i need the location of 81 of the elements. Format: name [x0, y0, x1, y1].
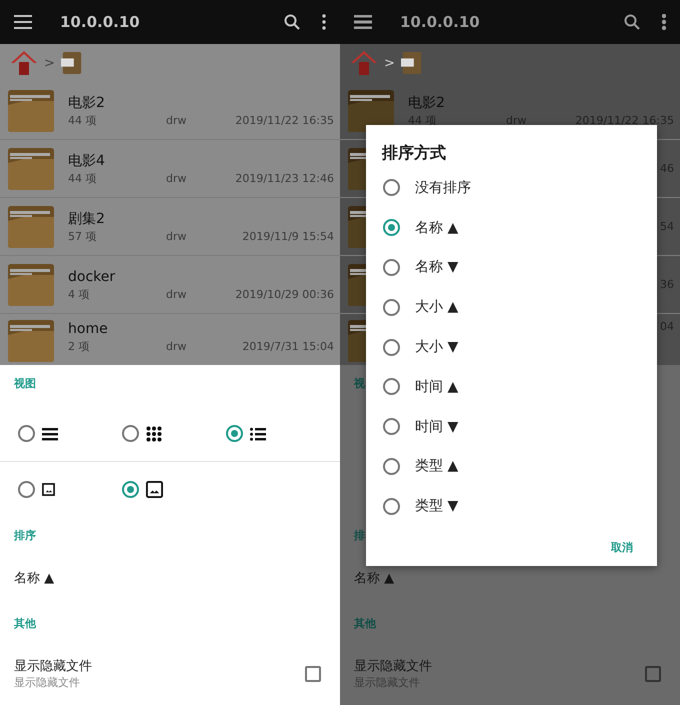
folder-icon	[6, 262, 56, 306]
section-header: 其他	[354, 616, 376, 632]
modified-date: 2019/11/9 15:54	[242, 229, 334, 244]
radio-button[interactable]	[226, 425, 243, 442]
item-count: 4 项	[68, 287, 90, 302]
sort-option[interactable]: 时间 ▼	[415, 418, 458, 436]
more-icon[interactable]	[662, 14, 666, 30]
file-name: docker	[68, 268, 116, 287]
section-header: 其他	[14, 616, 36, 632]
modified-date: 2019/11/22 16:35	[235, 113, 334, 128]
radio-button[interactable]	[383, 378, 400, 396]
setting-title: 显示隐藏文件	[14, 658, 93, 676]
folder-icon	[6, 204, 56, 248]
grid-view-icon	[146, 426, 162, 442]
sort-option[interactable]: 类型 ▲	[415, 457, 458, 476]
folder-icon	[6, 146, 56, 190]
image-icon	[42, 482, 55, 496]
menu-icon[interactable]	[354, 15, 372, 29]
permissions: drw	[166, 339, 188, 354]
sort-option[interactable]: 名称 ▲	[415, 218, 458, 237]
item-count: 44 项	[68, 171, 98, 186]
modified-date: 2019/11/23 12:46	[235, 171, 334, 186]
sort-option[interactable]: 名称 ▼	[415, 258, 458, 276]
search-icon[interactable]	[284, 14, 300, 30]
file-name: 电影4	[68, 152, 106, 171]
detail-list-icon	[250, 426, 266, 442]
file-name: 剧集2	[68, 210, 106, 229]
breadcrumb-separator: >	[44, 56, 55, 70]
permissions: drw	[166, 229, 188, 244]
setting-title: 显示隐藏文件	[354, 658, 433, 676]
permissions: drw	[166, 113, 188, 128]
radio-button[interactable]	[383, 258, 400, 276]
section-header: 视	[354, 376, 365, 392]
breadcrumb-separator: >	[384, 56, 395, 70]
modified-date: 2019/7/31 15:04	[242, 339, 334, 354]
radio-button[interactable]	[383, 298, 400, 316]
radio-button[interactable]	[18, 480, 35, 498]
list-view-icon	[42, 426, 58, 442]
folder-icon[interactable]	[400, 50, 423, 76]
permissions: drw	[166, 171, 188, 186]
folder-icon	[6, 88, 56, 132]
sort-option[interactable]: 没有排序	[415, 178, 471, 197]
setting-subtitle: 显示隐藏文件	[14, 676, 81, 690]
folder-icon[interactable]	[60, 50, 83, 76]
window-title: 10.0.0.10	[60, 13, 141, 31]
sort-value[interactable]: 名称 ▲	[14, 569, 54, 589]
section-header: 视图	[14, 376, 36, 392]
menu-icon[interactable]	[14, 15, 32, 29]
window-title: 10.0.0.10	[400, 13, 481, 31]
dialog-title: 排序方式	[382, 143, 446, 163]
section-header: 排	[354, 528, 365, 544]
item-count: 44 项	[68, 113, 98, 128]
section-header: 排序	[14, 528, 36, 544]
radio-button[interactable]	[122, 425, 139, 442]
permissions: drw	[166, 287, 188, 302]
file-name: 电影2	[408, 94, 446, 113]
item-count: 57 项	[68, 229, 98, 244]
radio-button[interactable]	[122, 480, 139, 498]
search-icon[interactable]	[624, 14, 640, 30]
sort-option[interactable]: 类型 ▼	[415, 497, 458, 516]
radio-button[interactable]	[18, 425, 35, 442]
sort-option[interactable]: 大小 ▼	[415, 338, 458, 356]
radio-button[interactable]	[383, 338, 400, 356]
radio-button[interactable]	[383, 498, 400, 515]
file-name: 电影2	[68, 94, 106, 113]
radio-button[interactable]	[383, 418, 400, 436]
home-icon[interactable]	[10, 49, 38, 77]
radio-button[interactable]	[383, 458, 400, 475]
item-count: 2 项	[68, 339, 90, 354]
radio-button[interactable]	[383, 179, 400, 196]
modified-date: 2019/10/29 00:36	[235, 287, 334, 302]
folder-icon	[6, 319, 56, 363]
sort-option[interactable]: 时间 ▲	[415, 378, 458, 396]
image-icon	[146, 480, 163, 498]
sort-option[interactable]: 大小 ▲	[415, 298, 458, 316]
checkbox[interactable]	[305, 666, 321, 682]
more-icon[interactable]	[322, 14, 326, 30]
radio-button[interactable]	[383, 219, 400, 236]
checkbox[interactable]	[645, 666, 661, 682]
file-name: home	[68, 320, 109, 339]
folder-icon	[346, 88, 396, 132]
